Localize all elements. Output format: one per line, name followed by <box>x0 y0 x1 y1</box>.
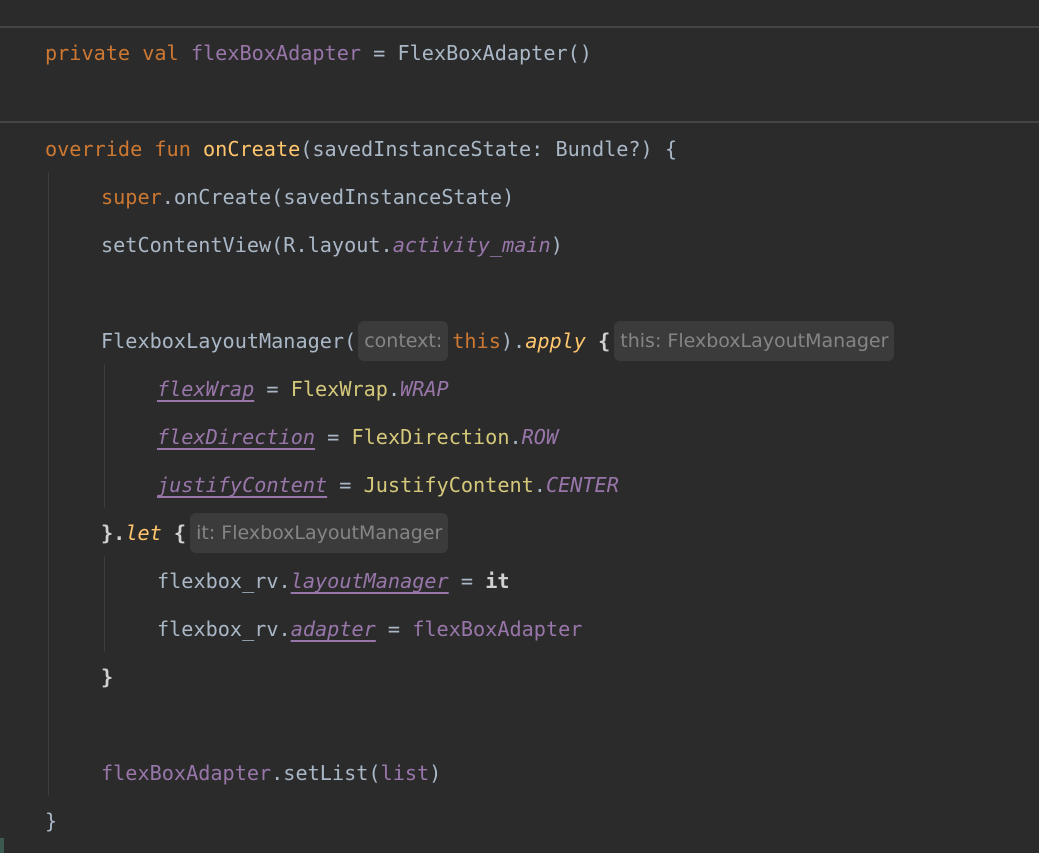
brace: { <box>585 329 611 353</box>
code-line-5[interactable]: FlexboxLayoutManager(context: this).apply… <box>0 317 898 365</box>
brace: { <box>161 521 187 545</box>
brace: }. <box>101 521 126 545</box>
operator: = <box>254 377 291 401</box>
code-line-7[interactable]: flexDirection = FlexDirection.ROW <box>0 413 558 461</box>
constructor-call: FlexBoxAdapter() <box>397 41 592 65</box>
class-name: JustifyContent <box>363 473 534 497</box>
synthetic-property: flexWrap <box>157 377 255 401</box>
method-separator <box>0 121 1039 123</box>
property-name: list <box>380 761 430 785</box>
keyword: this <box>452 329 501 353</box>
class-name: FlexWrap <box>290 377 388 401</box>
code-line-9[interactable]: }.let {it: FlexboxLayoutManager <box>0 509 452 557</box>
it-keyword: it <box>485 569 510 593</box>
operator: = <box>375 617 413 641</box>
code-line-14[interactable]: } <box>0 797 57 845</box>
punct: . <box>533 473 546 497</box>
synthetic-property: layoutManager <box>290 569 449 593</box>
synthetic-property: flexDirection <box>157 425 316 449</box>
code-line-12[interactable]: } <box>0 653 113 701</box>
receiver: flexbox_rv. <box>157 617 291 641</box>
extension-function: let <box>125 521 162 545</box>
call: .setList( <box>271 761 381 785</box>
type-hint: this: FlexboxLayoutManager <box>614 321 895 361</box>
enum-constant: CENTER <box>545 473 619 497</box>
function-name: onCreate <box>203 137 301 161</box>
operator: = <box>327 473 364 497</box>
brace: } <box>45 809 58 833</box>
paren: ) <box>429 761 442 785</box>
class-name: FlexDirection <box>351 425 510 449</box>
property-name: flexBoxAdapter <box>190 41 362 65</box>
enum-constant: ROW <box>521 425 559 449</box>
operator: = <box>448 569 486 593</box>
gutter-change-marker <box>0 838 4 853</box>
code-line-3[interactable]: super.onCreate(savedInstanceState) <box>0 173 514 221</box>
parameter-hint: context: <box>358 321 449 361</box>
keyword: val <box>142 41 179 65</box>
synthetic-property: adapter <box>290 617 376 641</box>
extension-function: apply <box>525 329 586 353</box>
keyword: private <box>45 41 131 65</box>
property-name: flexBoxAdapter <box>101 761 272 785</box>
punct: ). <box>500 329 526 353</box>
receiver: flexbox_rv. <box>157 569 291 593</box>
punct: . <box>509 425 522 449</box>
call: setContentView(R.layout. <box>101 233 393 257</box>
keyword: fun <box>154 137 191 161</box>
paren: ) <box>550 233 563 257</box>
code-line-2[interactable]: override fun onCreate(savedInstanceState… <box>0 125 677 173</box>
code-line-10[interactable]: flexbox_rv.layoutManager = it <box>0 557 510 605</box>
punct: . <box>387 377 401 401</box>
top-separator <box>0 26 1039 28</box>
code-line-11[interactable]: flexbox_rv.adapter = flexBoxAdapter <box>0 605 582 653</box>
operator: = <box>361 41 398 65</box>
static-field: activity_main <box>392 233 551 257</box>
keyword: super <box>101 185 162 209</box>
brace: } <box>101 665 114 689</box>
call: .onCreate(savedInstanceState) <box>161 185 515 209</box>
keyword: override <box>45 137 143 161</box>
code-line-8[interactable]: justifyContent = JustifyContent.CENTER <box>0 461 619 509</box>
code-line-13[interactable]: flexBoxAdapter.setList(list) <box>0 749 441 797</box>
code-line-6[interactable]: flexWrap = FlexWrap.WRAP <box>0 365 449 413</box>
code-line-1[interactable]: private val flexBoxAdapter = FlexBoxAdap… <box>0 29 592 77</box>
parameters: (savedInstanceState: Bundle?) { <box>300 137 678 161</box>
property-name: flexBoxAdapter <box>412 617 583 641</box>
type-hint: it: FlexboxLayoutManager <box>190 513 449 553</box>
code-line-4[interactable]: setContentView(R.layout.activity_main) <box>0 221 563 269</box>
operator: = <box>315 425 352 449</box>
constructor-call: FlexboxLayoutManager( <box>101 329 357 353</box>
enum-constant: WRAP <box>400 377 449 401</box>
synthetic-property: justifyContent <box>157 473 328 497</box>
